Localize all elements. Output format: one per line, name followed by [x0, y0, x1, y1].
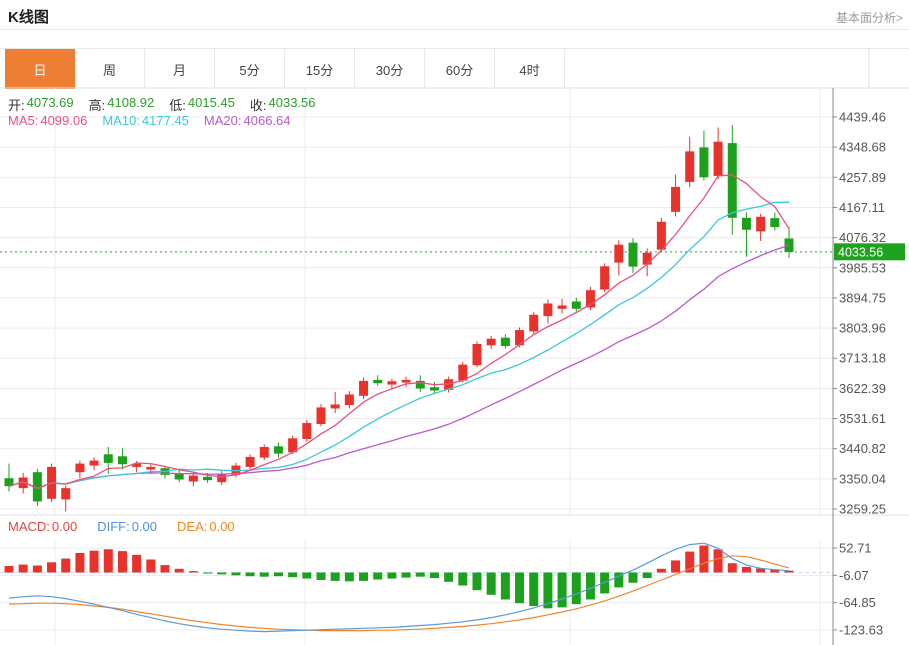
- candle: [174, 469, 184, 483]
- macd-readout: MACD: 0.00 DIFF: 0.00 DEA: 0.00: [8, 519, 235, 534]
- ma-ma10: MA10: 4177.45: [102, 113, 189, 128]
- ma10-value: 4177.45: [141, 113, 189, 128]
- kline-widget: 4439.46 4348.68 4257.89 4167.11 4076.32 3985.…: [0, 0, 909, 645]
- ma-ma20: MA20: 4066.64: [204, 113, 291, 128]
- current-price-badge: 4033.56: [834, 243, 905, 261]
- ohlc-low: 低: 4015.45: [169, 95, 235, 114]
- candles-layer: [4, 125, 794, 512]
- current-price-badge-text: 4033.56: [838, 245, 883, 259]
- candle: [217, 470, 227, 485]
- macdinfo-diff: DIFF: 0.00: [97, 519, 157, 534]
- candle: [756, 213, 766, 242]
- dea-value: 0.00: [209, 519, 235, 534]
- high-value: 4108.92: [107, 95, 155, 110]
- candle: [245, 454, 255, 470]
- macd-label: MACD:: [8, 519, 50, 534]
- macd-histogram-layer: [4, 545, 794, 609]
- ohlc-open: 开: 4073.69: [8, 95, 74, 114]
- main-axis-label: 4348.68: [839, 140, 886, 155]
- candle: [671, 174, 681, 217]
- ma5-value: 4099.06: [40, 113, 88, 128]
- ma-ma5: MA5: 4099.06: [8, 113, 87, 128]
- candle: [543, 299, 553, 324]
- main-axis-label: 4076.32: [839, 230, 886, 245]
- candle: [784, 226, 794, 258]
- candle: [330, 391, 340, 414]
- close-label: 收:: [249, 98, 267, 113]
- main-axis-label: 4167.11: [839, 200, 885, 215]
- candle: [600, 263, 610, 293]
- macd-axis-label: -123.63: [839, 623, 883, 638]
- candle: [4, 463, 14, 492]
- main-axis-label: 3713.18: [839, 351, 886, 366]
- open-value: 4073.69: [26, 95, 74, 110]
- candle: [288, 435, 298, 455]
- main-axis-label: 3803.96: [839, 321, 886, 336]
- macd-axis-label: -64.85: [839, 595, 876, 610]
- candle: [699, 130, 709, 181]
- main-axis-label: 4257.89: [839, 170, 886, 185]
- candle: [713, 127, 723, 180]
- dea-label: DEA:: [177, 519, 208, 534]
- ma-lines: [8, 174, 790, 490]
- candle: [529, 312, 539, 335]
- high-label: 高:: [88, 98, 106, 113]
- y-axis: 4439.46 4348.68 4257.89 4167.11 4076.32 3985.…: [832, 88, 886, 645]
- candle: [685, 136, 695, 188]
- candle: [727, 125, 737, 235]
- candle: [614, 240, 624, 276]
- main-axis-label: 4439.46: [839, 110, 886, 125]
- main-axis-label: 3531.61: [839, 411, 886, 426]
- main-axis-label: 3440.82: [839, 441, 886, 456]
- candle: [557, 298, 567, 314]
- macdinfo-dea: DEA: 0.00: [177, 519, 235, 534]
- candle: [770, 212, 780, 231]
- candle: [61, 485, 71, 512]
- candle: [741, 212, 751, 257]
- candle: [359, 377, 369, 400]
- candle: [75, 460, 85, 479]
- diff-label: DIFF:: [97, 519, 130, 534]
- macdinfo-macd: MACD: 0.00: [8, 519, 77, 534]
- diff-value: 0.00: [131, 519, 158, 534]
- candle: [373, 375, 383, 386]
- main-axis-label: 3622.39: [839, 381, 886, 396]
- open-label: 开:: [8, 98, 25, 113]
- ma10-label: MA10:: [102, 113, 140, 128]
- main-axis-label: 3894.75: [839, 290, 886, 305]
- candle: [302, 419, 312, 442]
- ohlc-close: 收: 4033.56: [250, 95, 316, 114]
- candle: [259, 444, 269, 461]
- ma20-label: MA20:: [203, 113, 242, 128]
- main-axis-label: 3985.53: [839, 260, 886, 275]
- candle: [642, 248, 652, 277]
- close-value: 4033.56: [268, 95, 316, 110]
- low-value: 4015.45: [187, 95, 235, 110]
- candle: [571, 297, 581, 312]
- ma20-value: 4066.64: [243, 113, 291, 128]
- candle: [316, 404, 326, 427]
- ohlc-readout: 开: 4073.69 高: 4108.92 低: 4015.45 收: 4033.56: [8, 95, 316, 114]
- candle: [344, 391, 354, 409]
- candle: [472, 341, 482, 368]
- ohlc-high: 高: 4108.92: [89, 95, 155, 114]
- ma5-label: MA5:: [8, 113, 39, 128]
- candle: [486, 336, 496, 349]
- main-axis-label: 3259.25: [839, 502, 886, 517]
- ma-readout: MA5: 4099.06 MA10: 4177.45 MA20: 4066.64: [8, 113, 291, 128]
- macd-axis-label: 52.71: [839, 541, 872, 556]
- macd-axis-label: -6.07: [839, 568, 869, 583]
- candle: [89, 457, 99, 471]
- macd-value: 0.00: [51, 519, 78, 534]
- candle: [500, 334, 510, 349]
- low-label: 低:: [169, 98, 186, 113]
- candle: [273, 442, 283, 458]
- main-axis-label: 3350.04: [839, 471, 886, 486]
